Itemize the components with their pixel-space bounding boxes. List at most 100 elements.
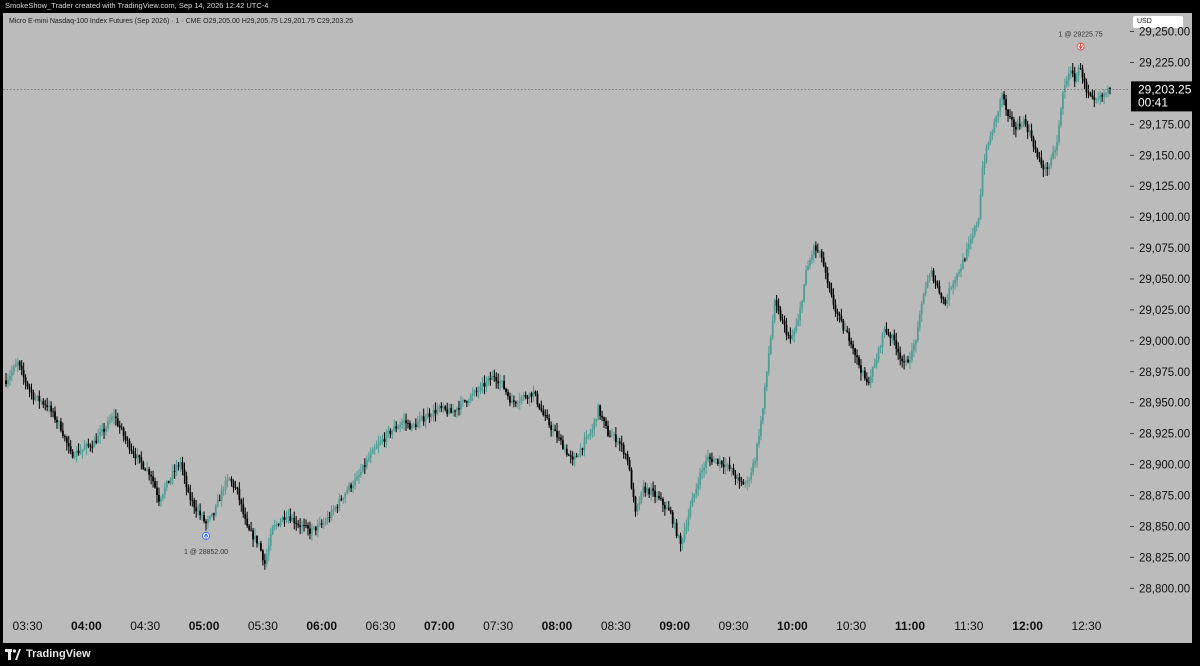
candle-body <box>195 507 198 512</box>
candle-body <box>979 194 982 219</box>
candle-body <box>205 521 207 524</box>
candle-body <box>69 446 72 452</box>
candle-body <box>783 320 786 325</box>
candle-body <box>1007 109 1009 117</box>
candle-body <box>913 344 915 351</box>
candle-body <box>152 476 154 482</box>
candle-body <box>989 135 992 144</box>
candle-body <box>448 408 451 414</box>
candle-body <box>552 429 554 431</box>
candle-body <box>999 100 1002 112</box>
candle-body <box>734 474 737 479</box>
candle-body <box>658 496 660 499</box>
candle-body <box>816 250 819 252</box>
candle-body <box>777 305 780 311</box>
candle-body <box>34 397 37 400</box>
candle-body <box>173 471 176 472</box>
candle-body <box>1058 125 1060 143</box>
candle-body <box>760 420 762 437</box>
candle-body <box>265 554 268 564</box>
candle-body <box>687 516 690 527</box>
candle-body <box>1089 93 1092 96</box>
candle-body <box>954 279 956 284</box>
candle-body <box>473 390 476 394</box>
candle-body <box>222 489 225 491</box>
price-tick-label: 29,175.00 <box>1139 119 1190 131</box>
candle-body <box>701 470 704 473</box>
candle-body <box>499 381 502 384</box>
candle-body <box>534 391 537 394</box>
candle-body <box>1044 167 1047 170</box>
candle-body <box>926 280 929 288</box>
candle-body <box>138 455 141 458</box>
candle-body <box>985 147 988 162</box>
candle-body <box>1011 117 1013 120</box>
candle-body <box>556 430 558 438</box>
candle-body <box>440 405 443 409</box>
candle-body <box>773 300 776 321</box>
candle-body <box>736 477 739 479</box>
candle-body <box>228 478 231 480</box>
candle-body <box>756 444 758 462</box>
candle-body <box>318 523 321 525</box>
candle-body <box>501 381 504 382</box>
candle-body <box>497 381 500 384</box>
candle-body <box>862 370 864 373</box>
candle-body <box>452 410 454 413</box>
tradingview-logo[interactable]: TradingView <box>5 648 91 660</box>
candle-body <box>942 298 945 300</box>
candle-body <box>589 433 592 436</box>
candle-body <box>326 517 329 523</box>
candle-body <box>852 344 855 349</box>
candle-body <box>224 480 227 490</box>
candle-body <box>822 257 825 266</box>
candle-body <box>346 490 349 494</box>
candle-body <box>246 518 249 526</box>
candle-body <box>814 245 817 251</box>
candle-body <box>54 411 56 420</box>
candle-body <box>1026 124 1029 133</box>
price-tick-label: 28,825.00 <box>1139 552 1190 564</box>
candle-body <box>514 402 517 404</box>
candle-body <box>516 402 519 404</box>
candle-body <box>373 448 376 450</box>
candle-body <box>1073 73 1076 82</box>
candle-body <box>411 424 413 430</box>
candle-body <box>189 491 192 500</box>
candle-body <box>975 224 978 227</box>
time-tick-label: 06:00 <box>306 619 337 633</box>
candle-body <box>869 376 872 383</box>
candle-body <box>414 424 417 428</box>
candle-body <box>81 449 84 452</box>
price-tick-label: 29,225.00 <box>1139 57 1190 69</box>
candle-body <box>1093 97 1096 100</box>
candle-body <box>291 517 294 521</box>
price-tick-label: 29,100.00 <box>1139 212 1190 224</box>
candle-body <box>36 395 39 398</box>
candle-body <box>699 472 702 485</box>
candle-body <box>83 447 86 450</box>
candle-body <box>775 300 778 306</box>
time-tick-label: 10:00 <box>777 619 808 633</box>
time-tick-label: 07:30 <box>483 619 513 633</box>
candle-body <box>493 375 496 377</box>
price-tick-label: 28,875.00 <box>1139 490 1190 502</box>
candle-body <box>599 405 602 416</box>
candle-body <box>1050 157 1053 166</box>
candle-body <box>854 348 856 356</box>
candle-body <box>767 353 770 372</box>
candle-body <box>287 516 290 518</box>
candle-body <box>428 413 431 417</box>
candle-body <box>161 494 164 499</box>
candle-body <box>348 484 351 491</box>
candle-body <box>997 111 1000 117</box>
candle-body <box>487 378 490 382</box>
candle-body <box>405 420 407 424</box>
candle-body <box>787 334 790 336</box>
candle-body <box>22 369 25 378</box>
candle-body <box>838 313 841 316</box>
price-tick-label: 29,050.00 <box>1139 274 1190 286</box>
candle-body <box>750 472 753 480</box>
candle-body <box>536 393 539 405</box>
time-tick-label: 04:30 <box>130 619 160 633</box>
